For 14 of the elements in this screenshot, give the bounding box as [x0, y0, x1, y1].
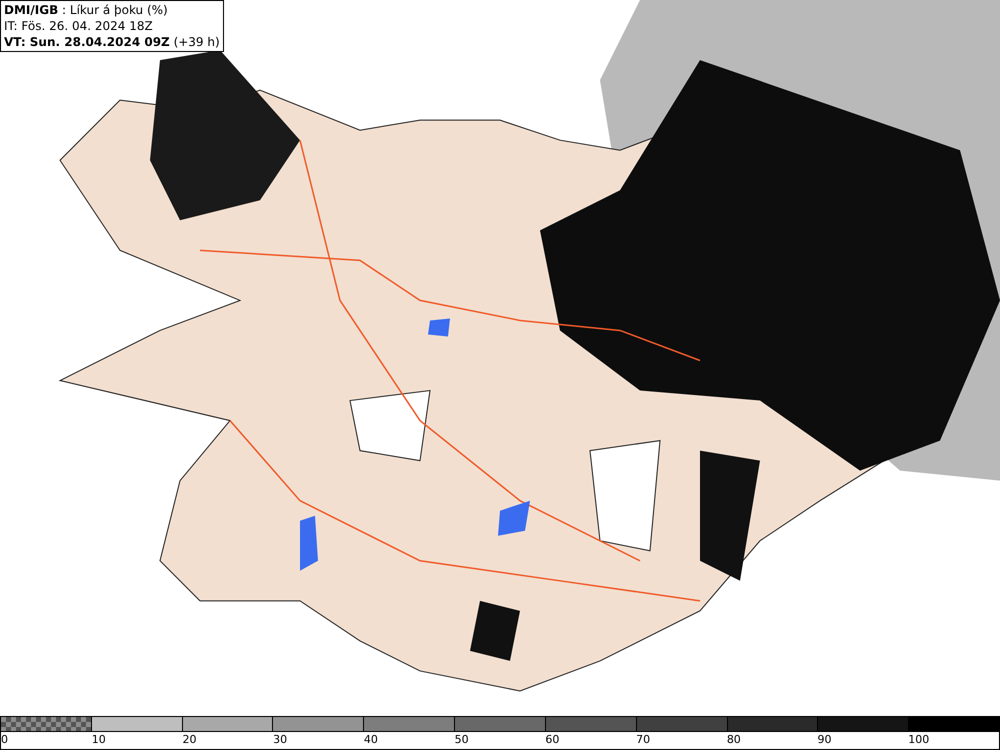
scale-label: 50 [454, 732, 469, 748]
info-text: VT: Sun. 28.04.2024 09Z (+39 h) [4, 34, 220, 50]
scale-label: 80 [726, 732, 741, 748]
scale-label: 30 [273, 732, 288, 748]
scale-label: 0 [1, 732, 8, 748]
scale-label: 70 [636, 732, 650, 748]
info-text: DMI/IGB : Líkur á þoku (%) [4, 2, 169, 18]
scale-label: 10 [92, 732, 106, 748]
scale-label: 40 [364, 732, 378, 748]
scale-label: 60 [545, 732, 560, 748]
scale-label: 100 [908, 732, 930, 748]
scale-label: 20 [182, 732, 196, 748]
scale-label: 90 [818, 732, 832, 748]
info-text: IT: Fös. 26. 04. 2024 18Z [4, 18, 154, 34]
